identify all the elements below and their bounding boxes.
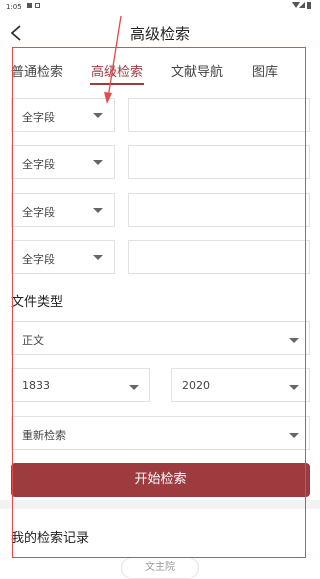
section-divider (0, 500, 320, 509)
app-header: 高级检索 (0, 14, 320, 52)
search-field-row: 全字段 (0, 98, 320, 134)
start-search-button[interactable]: 开始检索 (11, 463, 310, 497)
search-scope-value: 重新检索 (22, 429, 66, 442)
field-select-value: 全字段 (22, 111, 55, 124)
search-field-row: 全字段 (0, 193, 320, 229)
year-to-select[interactable]: 2020 (171, 368, 310, 402)
notification-icon (35, 3, 40, 8)
search-term-input[interactable] (128, 145, 310, 179)
field-select-value: 全字段 (22, 206, 55, 219)
status-time: 1:05 (6, 3, 22, 11)
field-select-value: 全字段 (22, 158, 55, 171)
field-select[interactable]: 全字段 (11, 145, 115, 179)
file-type-select[interactable]: 正文 (11, 321, 310, 355)
field-select[interactable]: 全字段 (11, 98, 115, 132)
year-from-select[interactable]: 1833 (11, 368, 150, 402)
active-tab-indicator (90, 83, 144, 85)
search-field-row: 全字段 (0, 240, 320, 276)
file-type-value: 正文 (22, 334, 44, 347)
field-select[interactable]: 全字段 (11, 193, 115, 227)
caret-down-icon (289, 433, 299, 438)
caret-down-icon (93, 160, 103, 165)
history-chip[interactable]: 文主院 (121, 557, 199, 579)
year-from-value: 1833 (22, 379, 50, 392)
search-term-input[interactable] (128, 98, 310, 132)
search-field-row: 全字段 (0, 145, 320, 181)
caret-down-icon (289, 385, 299, 390)
caret-down-icon (93, 255, 103, 260)
battery-icon (307, 2, 311, 9)
status-bar: 1:05 (0, 0, 320, 14)
search-term-input[interactable] (128, 193, 310, 227)
search-scope-select[interactable]: 重新检索 (11, 416, 310, 450)
field-select-value: 全字段 (22, 253, 55, 266)
year-to-value: 2020 (182, 379, 210, 392)
caret-down-icon (289, 338, 299, 343)
file-type-label: 文件类型 (11, 295, 64, 310)
search-tabs: 普通检索 高级检索 文献导航 图库 (0, 52, 320, 86)
search-history-label: 我的检索记录 (11, 531, 90, 546)
caret-down-icon (93, 113, 103, 118)
signal-icon (299, 2, 305, 8)
page-title: 高级检索 (129, 25, 190, 43)
caret-down-icon (129, 385, 139, 390)
tab-gallery[interactable]: 图库 (252, 61, 278, 80)
tab-basic-search[interactable]: 普通检索 (11, 61, 63, 80)
tab-literature-navigation[interactable]: 文献导航 (171, 61, 223, 80)
search-term-input[interactable] (128, 240, 310, 274)
caret-down-icon (93, 208, 103, 213)
notification-icon (27, 3, 32, 8)
tab-advanced-search[interactable]: 高级检索 (91, 61, 143, 80)
field-select[interactable]: 全字段 (11, 240, 115, 274)
